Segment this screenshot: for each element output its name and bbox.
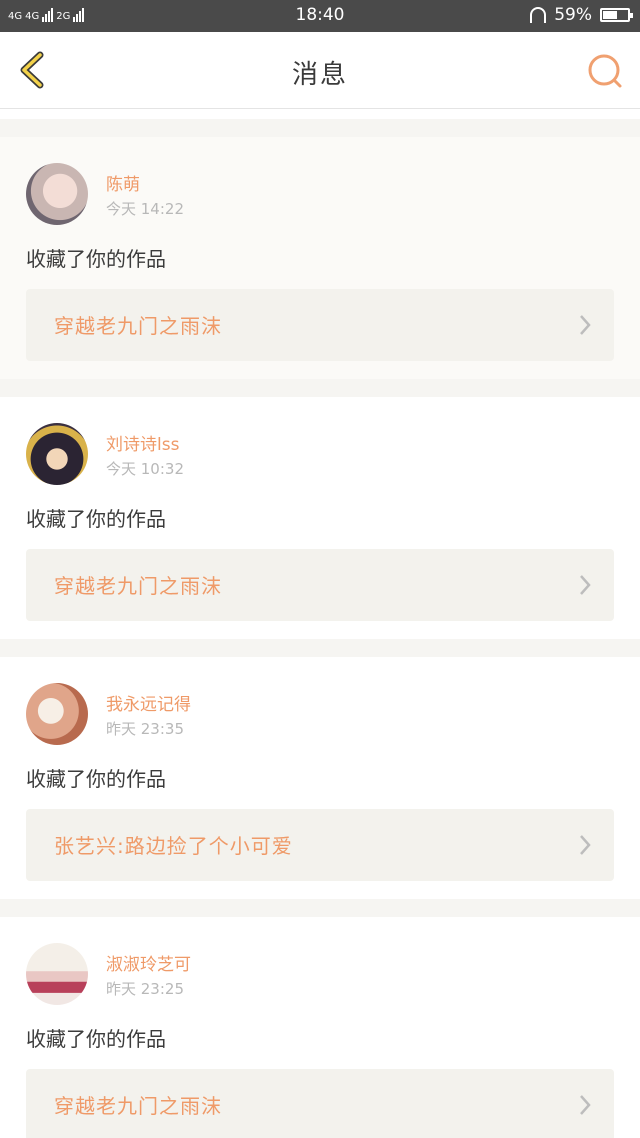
- message-time: 今天 10:32: [106, 460, 184, 478]
- message-card: 陈萌 今天 14:22 收藏了你的作品 穿越老九门之雨沫: [0, 137, 640, 379]
- status-bar: 4G 4G 2G 18:40 59%: [0, 0, 640, 32]
- chevron-right-icon: [580, 835, 591, 855]
- message-list: 陈萌 今天 14:22 收藏了你的作品 穿越老九门之雨沫 刘诗诗lss 今天 1…: [0, 109, 640, 1138]
- battery-percent: 59%: [554, 5, 592, 25]
- work-title: 穿越老九门之雨沫: [54, 1094, 222, 1118]
- chevron-right-icon: [580, 1095, 591, 1115]
- action-text: 收藏了你的作品: [26, 1027, 166, 1051]
- avatar[interactable]: [26, 423, 88, 485]
- username-link[interactable]: 刘诗诗lss: [106, 430, 179, 455]
- nav-bar: 消息: [0, 32, 640, 109]
- avatar[interactable]: [26, 683, 88, 745]
- message-time: 今天 14:22: [106, 200, 184, 218]
- avatar[interactable]: [26, 163, 88, 225]
- message-card: 淑淑玲芝可 昨天 23:25 收藏了你的作品 穿越老九门之雨沫: [0, 917, 640, 1138]
- message-time: 昨天 23:25: [106, 980, 184, 998]
- action-text: 收藏了你的作品: [26, 247, 166, 271]
- avatar[interactable]: [26, 943, 88, 1005]
- message-card: 刘诗诗lss 今天 10:32 收藏了你的作品 穿越老九门之雨沫: [0, 397, 640, 639]
- search-icon[interactable]: [586, 52, 624, 90]
- chevron-right-icon: [580, 575, 591, 595]
- work-link[interactable]: 穿越老九门之雨沫: [26, 549, 614, 621]
- action-text: 收藏了你的作品: [26, 507, 166, 531]
- headset-icon: [530, 7, 547, 23]
- username-link[interactable]: 陈萌: [106, 170, 140, 195]
- battery-icon: [600, 8, 633, 22]
- chevron-right-icon: [580, 315, 591, 335]
- work-title: 张艺兴:路边捡了个小可爱: [54, 834, 293, 858]
- page-title: 消息: [291, 60, 348, 90]
- work-link[interactable]: 穿越老九门之雨沫: [26, 1069, 614, 1138]
- work-link[interactable]: 穿越老九门之雨沫: [26, 289, 614, 361]
- work-title: 穿越老九门之雨沫: [54, 574, 222, 598]
- work-link[interactable]: 张艺兴:路边捡了个小可爱: [26, 809, 614, 881]
- username-link[interactable]: 淑淑玲芝可: [106, 950, 191, 975]
- username-link[interactable]: 我永远记得: [106, 690, 191, 715]
- message-card: 我永远记得 昨天 23:35 收藏了你的作品 张艺兴:路边捡了个小可爱: [0, 657, 640, 899]
- message-time: 昨天 23:35: [106, 720, 184, 738]
- action-text: 收藏了你的作品: [26, 767, 166, 791]
- work-title: 穿越老九门之雨沫: [54, 314, 222, 338]
